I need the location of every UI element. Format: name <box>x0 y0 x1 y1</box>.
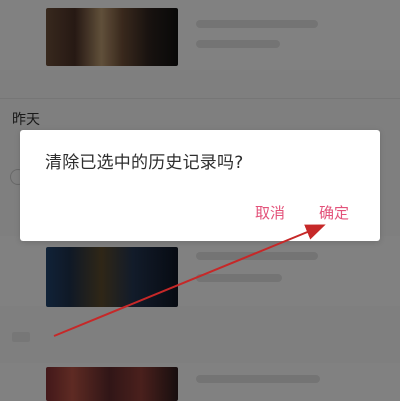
cancel-button[interactable]: 取消 <box>255 202 285 223</box>
confirm-button[interactable]: 确定 <box>319 202 349 223</box>
clear-history-dialog: 清除已选中的历史记录吗? 取消 确定 <box>20 130 380 241</box>
dialog-title: 清除已选中的历史记录吗? <box>45 153 244 173</box>
